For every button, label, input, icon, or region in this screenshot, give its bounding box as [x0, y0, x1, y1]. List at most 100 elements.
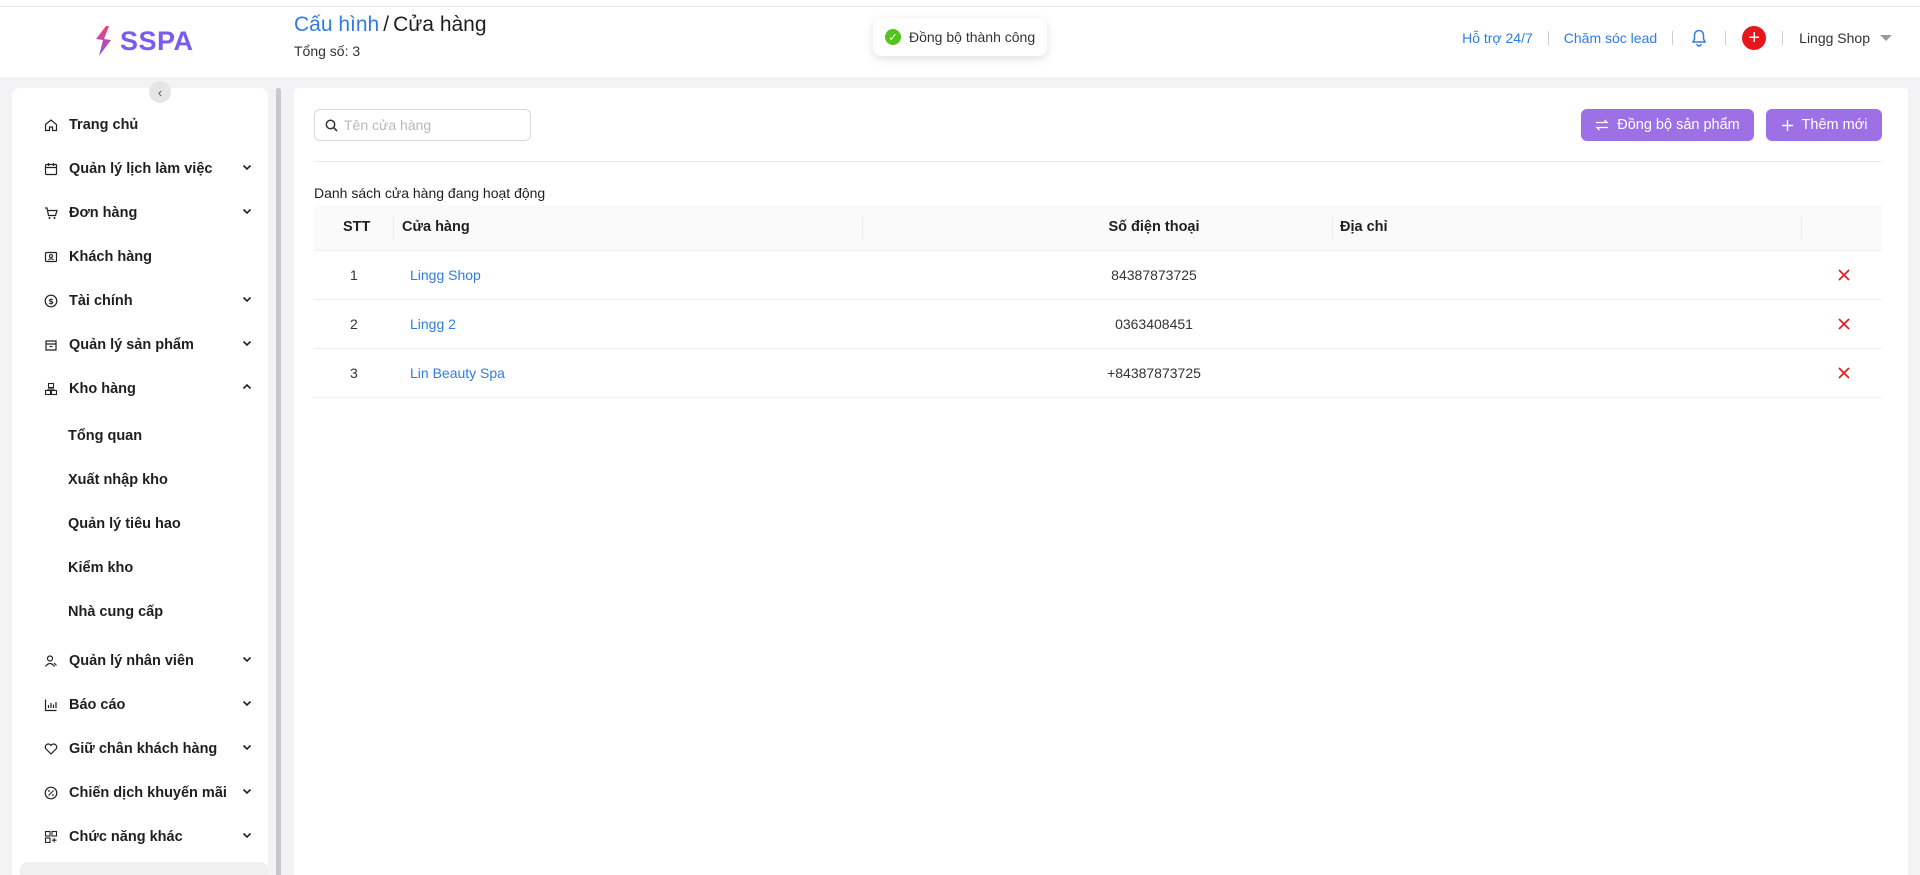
- sidebar-item-reports[interactable]: Báo cáo: [43, 693, 253, 717]
- sidebar-item-orders[interactable]: Đơn hàng: [43, 201, 253, 225]
- store-link[interactable]: Lingg Shop: [410, 267, 481, 283]
- sidebar-item-label: Giữ chân khách hàng: [69, 741, 218, 757]
- sidebar-item-label: Báo cáo: [69, 697, 126, 713]
- row-index: 3: [350, 365, 358, 381]
- table-title: Danh sách cửa hàng đang hoạt động: [314, 185, 546, 201]
- sidebar-item-label: Quản lý nhân viên: [69, 653, 194, 669]
- store-phone: 84387873725: [1111, 267, 1197, 283]
- dollar-icon: $: [43, 293, 59, 309]
- cart-icon: [43, 205, 59, 221]
- chevron-up-icon: [242, 383, 252, 390]
- user-menu[interactable]: Lingg Shop: [1783, 30, 1892, 46]
- staff-icon: [43, 653, 59, 669]
- chart-icon: [43, 697, 59, 713]
- sidebar-subitem-consumption[interactable]: Quản lý tiêu hao: [68, 516, 181, 532]
- store-link[interactable]: Lin Beauty Spa: [410, 365, 505, 381]
- sidebar-item-label: Quản lý sản phẩm: [69, 337, 194, 353]
- row-index: 2: [350, 316, 358, 332]
- support-link[interactable]: Hỗ trợ 24/7: [1447, 30, 1548, 46]
- chevron-down-icon: [242, 832, 252, 839]
- column-header-address: Địa chỉ: [1340, 219, 1388, 235]
- sidebar-subitem-suppliers[interactable]: Nhà cung cấp: [68, 604, 163, 620]
- logo[interactable]: SSPA: [92, 25, 194, 57]
- store-phone: 0363408451: [1115, 316, 1193, 332]
- sidebar-item-schedule[interactable]: Quản lý lịch làm việc: [43, 157, 253, 181]
- store-link[interactable]: Lingg 2: [410, 316, 456, 332]
- percent-icon: [43, 785, 59, 801]
- sidebar-item-customers[interactable]: Khách hàng: [43, 245, 253, 269]
- calendar-icon: [43, 161, 59, 177]
- warehouse-icon: [43, 381, 59, 397]
- breadcrumb-parent[interactable]: Cấu hình: [294, 13, 379, 36]
- toast-message: Đồng bộ thành công: [909, 29, 1036, 45]
- quick-add-icon[interactable]: +: [1742, 26, 1767, 50]
- sidebar-item-other[interactable]: Chức năng khác: [43, 825, 253, 849]
- breadcrumb: Cấu hình / Cửa hàng: [294, 13, 487, 37]
- heart-icon: [43, 741, 59, 757]
- column-header-phone: Số điện thoại: [1108, 219, 1200, 235]
- chevron-down-icon: [242, 164, 252, 171]
- search-input[interactable]: [344, 117, 524, 133]
- breadcrumb-current: Cửa hàng: [393, 13, 487, 36]
- delete-icon[interactable]: [1835, 266, 1853, 284]
- sidebar-item-retention[interactable]: Giữ chân khách hàng: [43, 737, 253, 761]
- table-header: STT Cửa hàng Số điện thoại Địa chỉ: [314, 205, 1882, 251]
- sidebar-item-label: Tài chính: [69, 293, 133, 309]
- sync-products-button[interactable]: Đồng bộ sản phẩm: [1581, 109, 1754, 141]
- delete-icon[interactable]: [1835, 364, 1853, 382]
- chevron-down-icon: [242, 700, 252, 707]
- header-actions: Hỗ trợ 24/7 Chăm sóc lead + Lingg Shop: [1447, 26, 1892, 50]
- success-toast: ✓ Đồng bộ thành công: [873, 18, 1048, 56]
- total-count: Tổng số: 3: [294, 43, 361, 59]
- search-icon: [325, 119, 338, 132]
- grid-icon: [43, 829, 59, 845]
- column-separator: [1801, 217, 1802, 239]
- search-box[interactable]: [314, 109, 531, 141]
- table-row: 2 Lingg 2 0363408451: [314, 300, 1882, 349]
- sidebar-item-products[interactable]: Quản lý sản phẩm: [43, 333, 253, 357]
- sidebar-item-warehouse[interactable]: Kho hàng: [43, 377, 253, 401]
- column-separator: [393, 217, 394, 239]
- sidebar-item-staff[interactable]: Quản lý nhân viên: [43, 649, 253, 673]
- sidebar-item-home[interactable]: Trang chủ: [43, 113, 253, 137]
- swap-icon: [1595, 119, 1609, 131]
- toolbar-divider: [314, 161, 1882, 162]
- caret-down-icon: [1880, 35, 1892, 41]
- add-new-label: Thêm mới: [1801, 117, 1868, 133]
- collapse-sidebar-icon[interactable]: ‹: [149, 81, 171, 103]
- column-separator: [1332, 217, 1333, 239]
- add-new-button[interactable]: Thêm mới: [1766, 109, 1882, 141]
- column-separator: [862, 217, 863, 239]
- sync-products-label: Đồng bộ sản phẩm: [1617, 117, 1740, 133]
- sidebar-bottom-item[interactable]: [20, 862, 268, 875]
- svg-text:$: $: [48, 297, 54, 306]
- row-index: 1: [350, 267, 358, 283]
- customer-card-icon: [43, 249, 59, 265]
- check-circle-icon: ✓: [885, 29, 901, 45]
- logo-text: SSPA: [120, 25, 194, 56]
- sidebar-subitem-stock-in-out[interactable]: Xuất nhập kho: [68, 472, 168, 488]
- breadcrumb-separator: /: [383, 13, 390, 36]
- box-icon: [43, 337, 59, 353]
- sidebar-item-finance[interactable]: $ Tài chính: [43, 289, 253, 313]
- logo-mark-icon: [96, 26, 111, 56]
- lead-care-link[interactable]: Chăm sóc lead: [1549, 30, 1672, 46]
- sidebar-item-label: Quản lý lịch làm việc: [69, 161, 213, 177]
- table-row: 1 Lingg Shop 84387873725: [314, 251, 1882, 300]
- chevron-down-icon: [242, 340, 252, 347]
- sidebar-item-promotions[interactable]: Chiến dịch khuyến mãi: [43, 781, 253, 805]
- sidebar-scrollbar[interactable]: [276, 88, 281, 875]
- chevron-down-icon: [242, 296, 252, 303]
- home-icon: [43, 117, 59, 133]
- store-phone: +84387873725: [1107, 365, 1201, 381]
- notification-bell-icon[interactable]: [1673, 29, 1725, 47]
- top-edge: [0, 0, 1920, 7]
- sidebar-item-label: Chức năng khác: [69, 829, 183, 845]
- sidebar-item-label: Chiến dịch khuyến mãi: [69, 785, 227, 801]
- sidebar-item-label: Đơn hàng: [69, 205, 138, 221]
- sidebar-subitem-stock-check[interactable]: Kiểm kho: [68, 560, 133, 576]
- column-header-stt: STT: [343, 219, 371, 235]
- sidebar-subitem-overview[interactable]: Tổng quan: [68, 428, 142, 444]
- delete-icon[interactable]: [1835, 315, 1853, 333]
- sidebar-item-label: Trang chủ: [69, 117, 139, 133]
